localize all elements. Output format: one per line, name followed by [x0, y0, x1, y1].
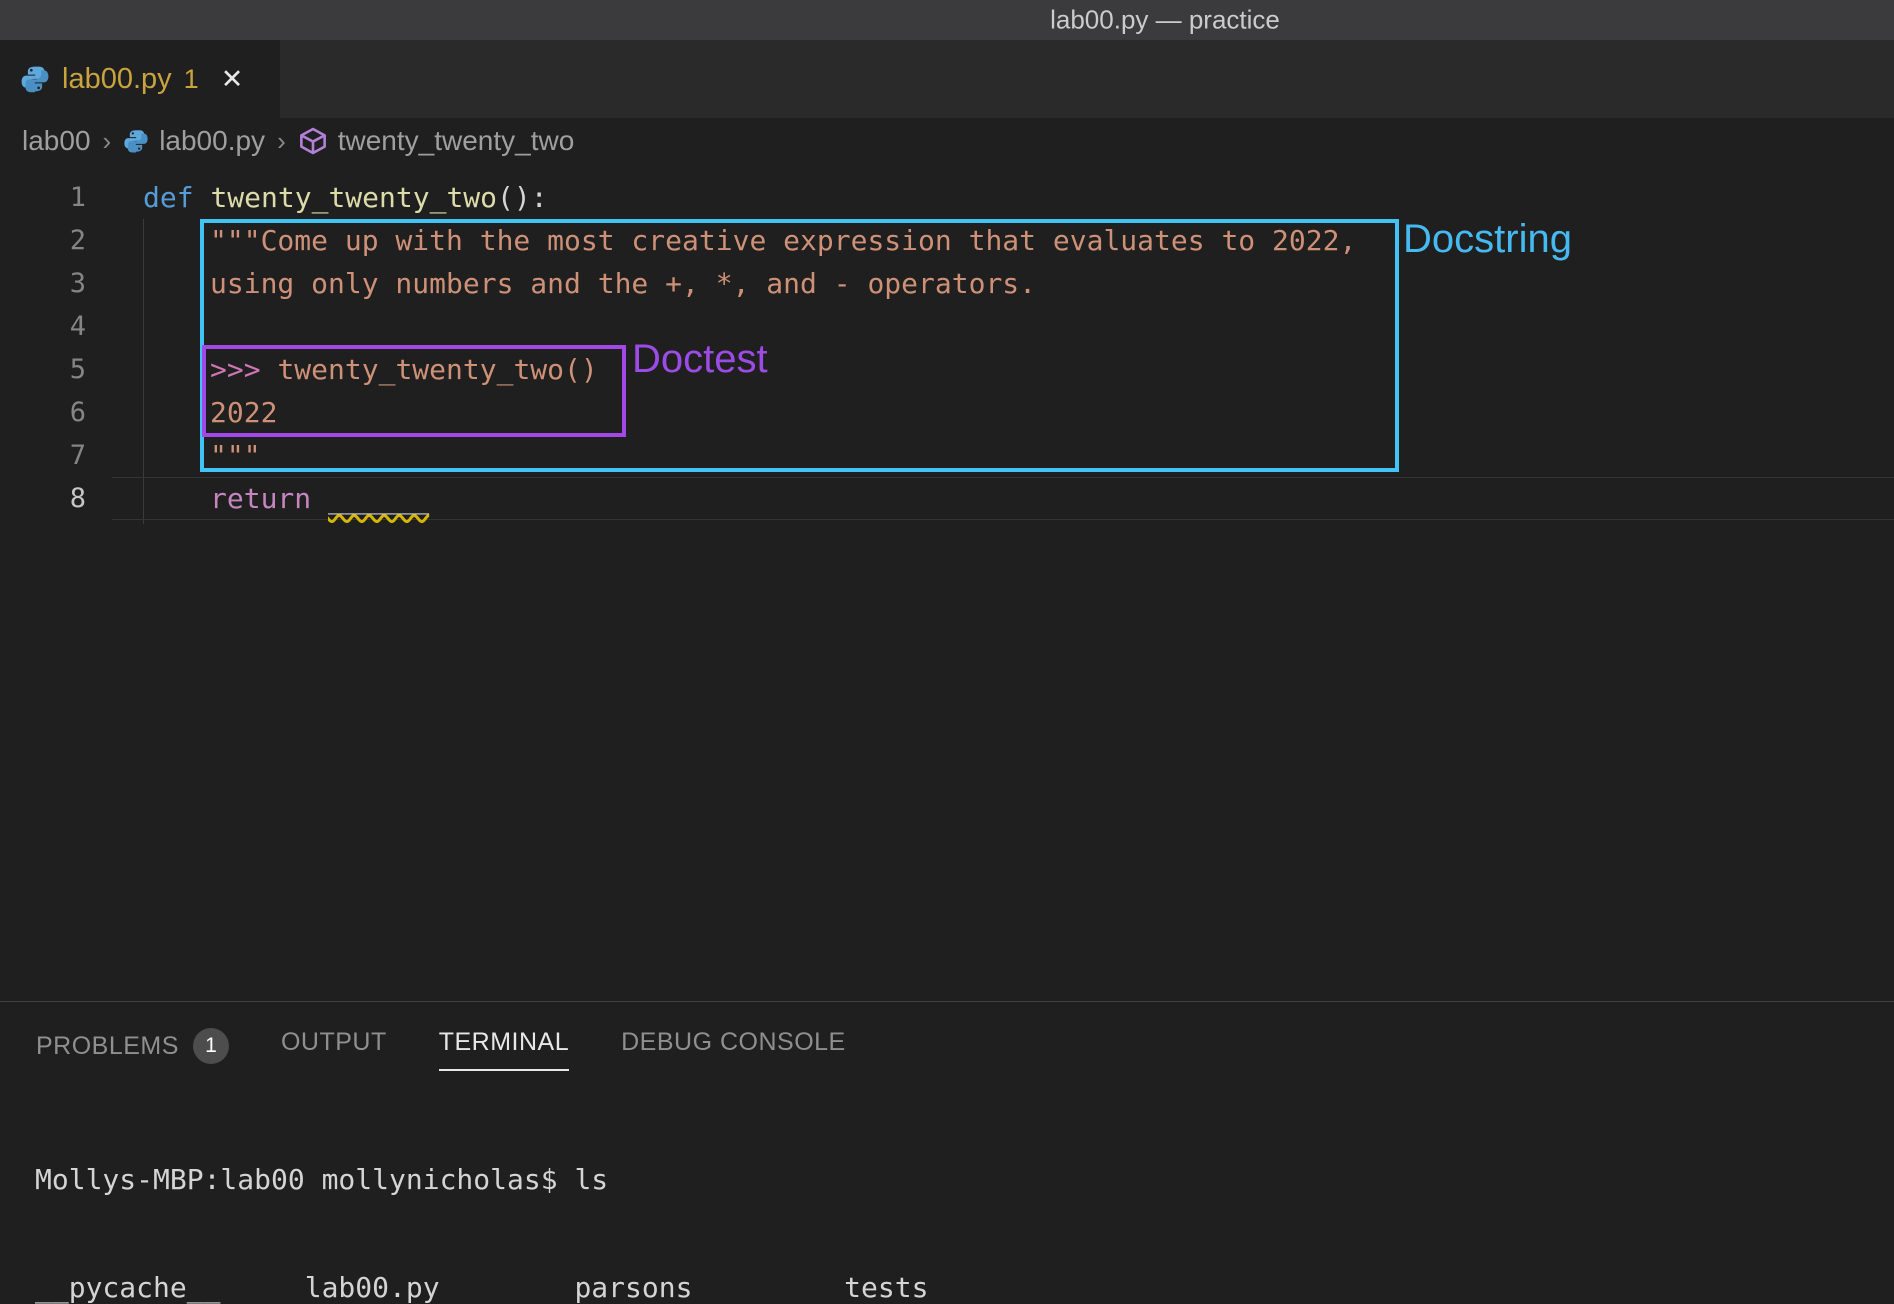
- window-title: lab00.py — practice: [1050, 5, 1280, 36]
- keyword-return: return: [210, 482, 328, 515]
- tab-terminal[interactable]: TERMINAL: [439, 1022, 569, 1071]
- chevron-right-icon: ›: [275, 126, 288, 157]
- terminal-line: __pycache__ lab00.py parsons tests: [35, 1270, 945, 1304]
- title-bar: lab00.py — practice: [0, 0, 1894, 40]
- python-icon: [20, 64, 50, 94]
- breadcrumb-item-lab00[interactable]: lab00: [22, 125, 91, 157]
- breadcrumb: lab00 › lab00.py › twenty_twenty_two: [0, 118, 1894, 164]
- blank-underscores-warning-squiggle: ______: [328, 482, 429, 515]
- line-number: 7: [0, 434, 86, 477]
- chevron-right-icon: ›: [101, 126, 114, 157]
- line-number: 3: [0, 262, 86, 305]
- docstring-annotation-label: Docstring: [1403, 217, 1572, 262]
- editor-tab-bar: lab00.py 1 ✕: [0, 40, 1894, 118]
- tab-terminal-label: TERMINAL: [439, 1028, 569, 1057]
- close-icon[interactable]: ✕: [221, 64, 244, 95]
- code-line-8[interactable]: return ______: [210, 477, 429, 520]
- code-line-1[interactable]: def twenty_twenty_two():: [143, 176, 548, 219]
- doctest-annotation-label: Doctest: [632, 337, 768, 382]
- tab-problems-label: PROBLEMS: [36, 1032, 179, 1061]
- tab-lab00-py[interactable]: lab00.py 1 ✕: [0, 40, 280, 118]
- tab-output[interactable]: OUTPUT: [281, 1022, 387, 1071]
- line-number: 2: [0, 219, 86, 262]
- vscode-window: lab00.py — practice lab00.py 1 ✕ lab00 ›: [0, 0, 1894, 1304]
- panel-divider: [0, 1001, 1894, 1002]
- breadcrumb-item-symbol[interactable]: twenty_twenty_two: [338, 125, 575, 157]
- tab-problems[interactable]: PROBLEMS 1: [36, 1022, 229, 1078]
- python-icon: [123, 128, 149, 154]
- tab-debug-console[interactable]: DEBUG CONSOLE: [621, 1022, 846, 1071]
- breadcrumb-item-lab00-py[interactable]: lab00.py: [159, 125, 265, 157]
- tab-label: lab00.py: [62, 63, 172, 96]
- panel-tab-bar: PROBLEMS 1 OUTPUT TERMINAL DEBUG CONSOLE: [36, 1022, 846, 1078]
- line-number-active: 8: [0, 477, 86, 520]
- terminal-output[interactable]: Mollys-MBP:lab00 mollynicholas$ ls __pyc…: [35, 1090, 945, 1304]
- line-number: 4: [0, 305, 86, 348]
- line-number: 5: [0, 348, 86, 391]
- terminal-line: Mollys-MBP:lab00 mollynicholas$ ls: [35, 1162, 945, 1198]
- punctuation: ():: [497, 181, 548, 214]
- tab-output-label: OUTPUT: [281, 1028, 387, 1057]
- tab-problem-count: 1: [184, 64, 199, 95]
- tab-debug-console-label: DEBUG CONSOLE: [621, 1028, 846, 1057]
- line-number: 1: [0, 176, 86, 219]
- doctest-annotation-box: [202, 345, 626, 437]
- problems-count-badge: 1: [193, 1028, 229, 1064]
- function-name: twenty_twenty_two: [210, 181, 497, 214]
- symbol-cube-icon: [298, 126, 328, 156]
- keyword-def: def: [143, 181, 210, 214]
- line-number: 6: [0, 391, 86, 434]
